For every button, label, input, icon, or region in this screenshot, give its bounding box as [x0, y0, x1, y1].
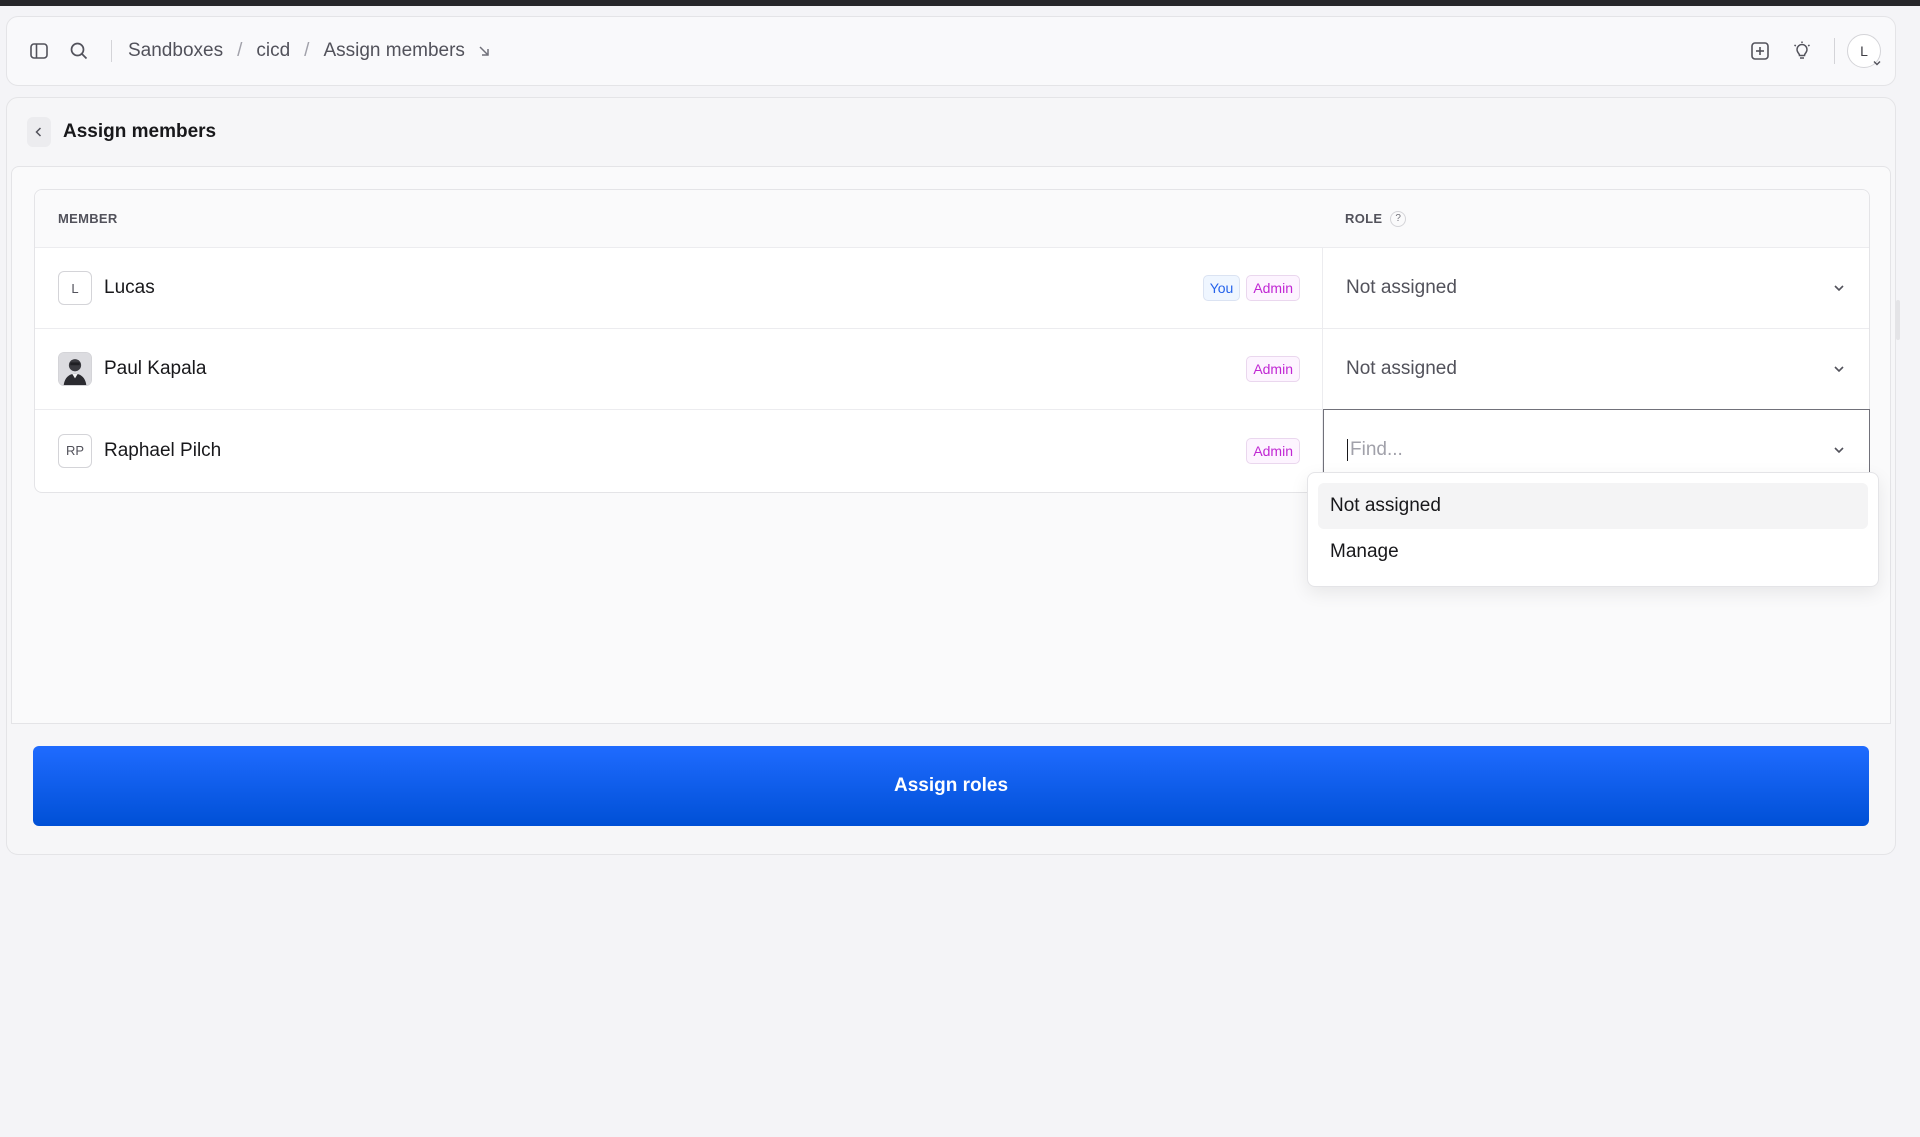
breadcrumb-sandboxes[interactable]: Sandboxes: [126, 40, 225, 62]
members-table: MEMBER ROLE ? L Lucas You Admin Not assi…: [34, 189, 1870, 493]
role-options-menu: Not assigned Manage: [1307, 472, 1879, 587]
role-value: Not assigned: [1346, 358, 1457, 379]
column-header-role-label: ROLE: [1345, 211, 1383, 226]
chevron-down-icon: [1831, 280, 1847, 296]
role-select[interactable]: Not assigned: [1323, 248, 1869, 328]
help-icon[interactable]: ?: [1390, 210, 1407, 227]
admin-badge: Admin: [1246, 275, 1300, 301]
member-name: Paul Kapala: [104, 358, 207, 379]
breadcrumb-assign-members[interactable]: Assign members: [321, 40, 467, 62]
admin-badge: Admin: [1246, 356, 1300, 382]
badges: Admin: [1246, 437, 1300, 464]
member-name: Lucas: [104, 277, 155, 298]
panel-header: Assign members: [7, 98, 1895, 166]
avatar: RP: [58, 433, 92, 468]
back-button[interactable]: [27, 117, 51, 147]
member-cell: L Lucas You Admin: [35, 248, 1323, 328]
table-row: Paul Kapala Admin Not assigned: [35, 329, 1869, 410]
chevron-down-icon: [1872, 55, 1882, 71]
you-badge: You: [1202, 275, 1241, 301]
add-square-icon[interactable]: [1740, 31, 1780, 71]
badges: You Admin: [1202, 275, 1300, 301]
search-icon[interactable]: [59, 31, 99, 71]
chevron-down-icon: [1831, 361, 1847, 377]
member-cell: Paul Kapala Admin: [35, 329, 1323, 409]
assign-roles-button[interactable]: Assign roles: [33, 746, 1869, 826]
role-option-manage[interactable]: Manage: [1318, 529, 1868, 575]
breadcrumb: Sandboxes / cicd / Assign members: [126, 40, 491, 62]
user-avatar-initial: L: [1860, 43, 1868, 59]
role-value: Not assigned: [1346, 277, 1457, 298]
scrollbar[interactable]: [1896, 300, 1900, 340]
window-top-strip: [0, 0, 1920, 6]
column-header-member: MEMBER: [58, 211, 118, 226]
page-title: Assign members: [63, 121, 217, 142]
column-header-role: ROLE ?: [1323, 210, 1407, 227]
avatar-photo: [58, 352, 92, 386]
arrow-down-right-icon[interactable]: [477, 44, 491, 58]
panel-footer: Assign roles: [11, 724, 1891, 852]
member-name: Raphael Pilch: [104, 439, 222, 461]
top-bar: Sandboxes / cicd / Assign members L: [6, 16, 1896, 86]
avatar: L: [58, 271, 92, 305]
admin-badge: Admin: [1246, 437, 1300, 464]
sidebar-toggle-icon[interactable]: [19, 31, 59, 71]
divider: [111, 40, 112, 62]
chevron-left-icon: [35, 127, 42, 137]
member-cell: RP Raphael Pilch Admin: [35, 410, 1323, 491]
role-search-input[interactable]: [1347, 439, 1647, 461]
user-avatar[interactable]: L: [1847, 34, 1881, 68]
breadcrumb-separator: /: [304, 40, 310, 61]
breadcrumb-cicd[interactable]: cicd: [254, 40, 292, 62]
chevron-down-icon: [1831, 442, 1847, 458]
role-option-not-assigned[interactable]: Not assigned: [1318, 483, 1868, 529]
table-header: MEMBER ROLE ?: [35, 190, 1869, 248]
role-select[interactable]: Not assigned: [1323, 329, 1869, 409]
badges: Admin: [1246, 356, 1300, 382]
breadcrumb-separator: /: [237, 40, 243, 61]
lightbulb-icon[interactable]: [1782, 31, 1822, 71]
table-row: L Lucas You Admin Not assigned: [35, 248, 1869, 329]
content-area: MEMBER ROLE ? L Lucas You Admin Not assi…: [11, 166, 1891, 724]
divider: [1834, 38, 1835, 64]
